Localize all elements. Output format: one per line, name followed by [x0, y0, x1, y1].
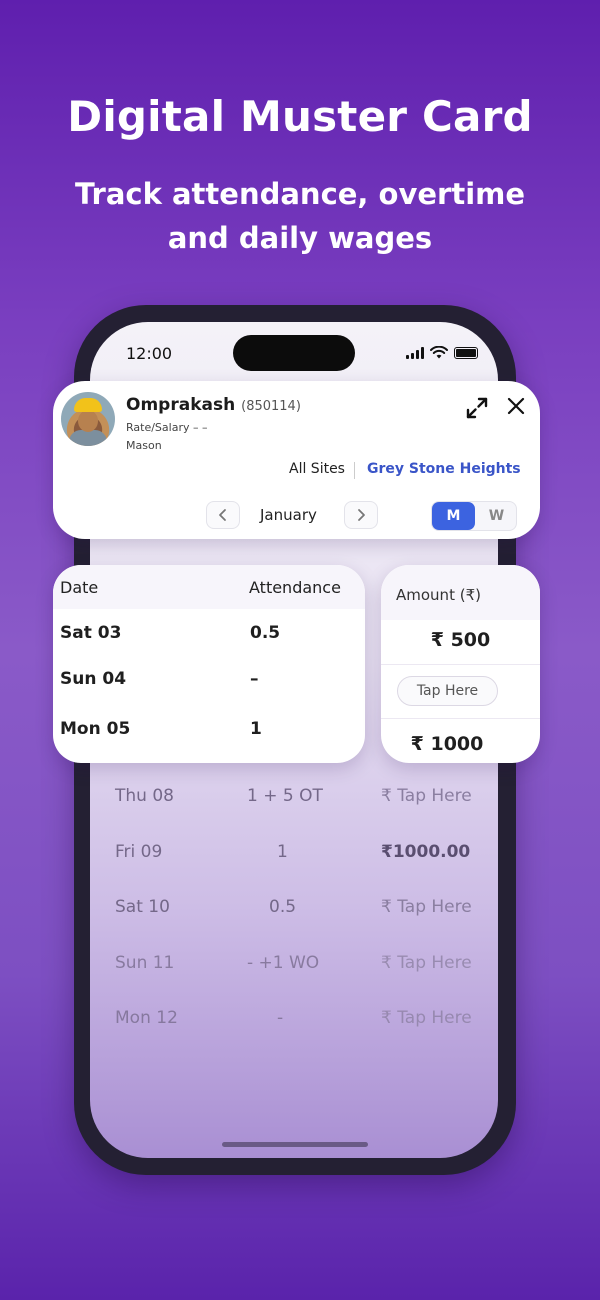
prev-month-button[interactable]: [206, 501, 240, 529]
site-filter[interactable]: Grey Stone Heights: [367, 461, 521, 477]
close-icon[interactable]: [504, 394, 528, 418]
amount-value: ₹ 500: [430, 629, 491, 651]
list-item[interactable]: Sat 10 0.5 ₹ Tap Here: [115, 897, 485, 927]
signal-icon: [406, 346, 424, 359]
chevron-right-icon: [358, 509, 365, 521]
home-indicator: [222, 1142, 368, 1147]
row-attendance: -: [277, 1008, 284, 1028]
row-date: Mon 12: [115, 1008, 178, 1028]
current-month: January: [260, 506, 317, 524]
row-date: Sun 11: [115, 953, 175, 973]
row-amount-tap[interactable]: ₹ Tap Here: [381, 953, 472, 973]
column-header-date: Date: [60, 578, 99, 597]
row-divider: [381, 718, 540, 719]
column-header-amount: Amount (₹): [396, 586, 481, 604]
row-amount-tap[interactable]: ₹ Tap Here: [381, 897, 472, 917]
table-row[interactable]: Sun 04 –: [53, 669, 365, 699]
status-icons: [406, 346, 478, 359]
all-sites-filter[interactable]: All Sites: [289, 461, 345, 477]
expand-icon[interactable]: [465, 396, 489, 420]
worker-id: (850114): [241, 399, 301, 414]
avatar: [61, 392, 115, 446]
weekly-toggle-button[interactable]: W: [475, 502, 518, 530]
row-attendance: - +1 WO: [247, 953, 320, 973]
attendance-header: Date Attendance: [53, 565, 365, 609]
battery-icon: [454, 346, 478, 359]
row-date: Thu 08: [115, 786, 174, 806]
list-item[interactable]: Sun 11 - +1 WO ₹ Tap Here: [115, 953, 485, 983]
row-amount: ₹1000.00: [381, 842, 471, 862]
filter-divider: [354, 462, 355, 479]
view-mode-toggle: M W: [431, 501, 517, 531]
row-date: Sat 03: [60, 623, 122, 643]
next-month-button[interactable]: [344, 501, 378, 529]
rate-salary: Rate/Salary – –: [126, 421, 208, 434]
chevron-left-icon: [219, 509, 226, 521]
worker-name-line: Omprakash (850114): [126, 395, 301, 415]
row-date: Fri 09: [115, 842, 163, 862]
row-attendance: 0.5: [269, 897, 297, 917]
list-item[interactable]: Thu 08 1 + 5 OT ₹ Tap Here: [115, 786, 485, 816]
promo-title: Digital Muster Card: [67, 92, 533, 141]
row-date: Sat 10: [115, 897, 170, 917]
amount-card: Amount (₹) ₹ 500 Tap Here ₹ 1000: [381, 565, 540, 763]
worker-name: Omprakash: [126, 395, 236, 415]
row-attendance: 0.5: [250, 623, 281, 643]
row-attendance: 1: [250, 719, 262, 739]
row-attendance: –: [250, 669, 259, 689]
list-item[interactable]: Fri 09 1 ₹1000.00: [115, 842, 485, 872]
row-amount-tap[interactable]: ₹ Tap Here: [381, 1008, 472, 1028]
list-item[interactable]: Mon 12 - ₹ Tap Here: [115, 1008, 485, 1038]
row-attendance: 1 + 5 OT: [247, 786, 323, 806]
table-row[interactable]: Mon 05 1: [53, 719, 365, 749]
table-row[interactable]: Sat 03 0.5: [53, 623, 365, 653]
promo-subtitle: Track attendance, overtime and daily wag…: [74, 177, 526, 255]
row-amount-tap[interactable]: ₹ Tap Here: [381, 786, 472, 806]
amount-header: Amount (₹): [381, 565, 540, 620]
dynamic-island: [233, 335, 355, 371]
status-time: 12:00: [126, 344, 173, 363]
tap-here-button[interactable]: Tap Here: [397, 676, 498, 706]
row-attendance: 1: [277, 842, 288, 862]
wifi-icon: [430, 346, 448, 359]
row-divider: [381, 664, 540, 665]
column-header-attendance: Attendance: [249, 578, 341, 597]
row-date: Mon 05: [60, 719, 131, 739]
worker-header-card: Omprakash (850114) Rate/Salary – – Mason…: [53, 381, 540, 539]
attendance-card: Date Attendance Sat 03 0.5 Sun 04 – Mon …: [53, 565, 365, 763]
monthly-toggle-button[interactable]: M: [432, 502, 475, 530]
row-date: Sun 04: [60, 669, 127, 689]
status-bar: 12:00: [90, 335, 498, 371]
amount-value: ₹ 1000: [410, 733, 484, 755]
worker-role: Mason: [126, 439, 162, 452]
